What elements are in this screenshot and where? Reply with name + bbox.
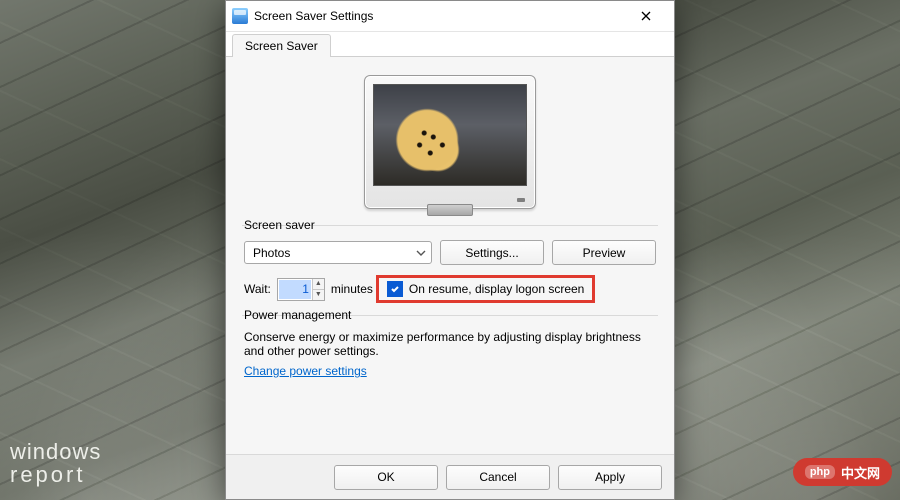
annotation-highlight: On resume, display logon screen bbox=[376, 275, 595, 303]
preview-area bbox=[240, 75, 660, 209]
monitor-power-led bbox=[517, 198, 525, 202]
settings-button[interactable]: Settings... bbox=[440, 240, 544, 265]
monitor-screen bbox=[373, 84, 527, 186]
screen-saver-settings-dialog: Screen Saver Settings Screen Saver Scree… bbox=[225, 0, 675, 500]
wait-minutes-input[interactable] bbox=[279, 280, 311, 299]
resume-logon-label[interactable]: On resume, display logon screen bbox=[409, 282, 584, 296]
close-icon bbox=[641, 11, 651, 21]
watermark-badge: php bbox=[805, 465, 835, 479]
tab-screen-saver[interactable]: Screen Saver bbox=[232, 34, 331, 57]
checkmark-icon bbox=[390, 284, 400, 294]
close-button[interactable] bbox=[626, 3, 666, 29]
power-management-group: Power management Conserve energy or maxi… bbox=[242, 315, 658, 390]
titlebar[interactable]: Screen Saver Settings bbox=[226, 1, 674, 32]
resume-logon-checkbox[interactable] bbox=[387, 281, 403, 297]
power-management-description: Conserve energy or maximize performance … bbox=[244, 330, 656, 358]
change-power-settings-link[interactable]: Change power settings bbox=[244, 364, 367, 378]
dialog-content: Screen saver Photos Settings... Preview … bbox=[226, 57, 674, 454]
screensaver-group-label: Screen saver bbox=[244, 218, 656, 232]
screensaver-selected-value: Photos bbox=[253, 246, 290, 260]
preview-button[interactable]: Preview bbox=[552, 240, 656, 265]
ok-button[interactable]: OK bbox=[334, 465, 438, 490]
watermark-line2: report bbox=[10, 464, 101, 486]
watermark-windowsreport: windows report bbox=[10, 441, 101, 486]
chevron-down-icon bbox=[411, 242, 431, 263]
app-icon bbox=[232, 8, 248, 24]
wait-unit-label: minutes bbox=[331, 282, 373, 296]
watermark-phpcn: php 中文网 bbox=[793, 458, 892, 486]
spin-up-button[interactable]: ▲ bbox=[313, 279, 324, 290]
wait-minutes-stepper[interactable]: ▲ ▼ bbox=[277, 278, 325, 301]
dialog-footer: OK Cancel Apply bbox=[226, 454, 674, 499]
power-management-label: Power management bbox=[244, 308, 656, 322]
wait-label: Wait: bbox=[244, 282, 271, 296]
window-title: Screen Saver Settings bbox=[254, 9, 626, 23]
watermark-line1: windows bbox=[10, 441, 101, 463]
cancel-button[interactable]: Cancel bbox=[446, 465, 550, 490]
watermark-text: 中文网 bbox=[841, 463, 880, 482]
screensaver-group: Screen saver Photos Settings... Preview … bbox=[242, 225, 658, 315]
screensaver-select[interactable]: Photos bbox=[244, 241, 432, 264]
screensaver-photo-preview bbox=[374, 85, 526, 185]
monitor-stand bbox=[427, 204, 473, 216]
spin-down-button[interactable]: ▼ bbox=[313, 290, 324, 300]
monitor-preview bbox=[364, 75, 536, 209]
tabstrip: Screen Saver bbox=[226, 32, 674, 57]
apply-button[interactable]: Apply bbox=[558, 465, 662, 490]
